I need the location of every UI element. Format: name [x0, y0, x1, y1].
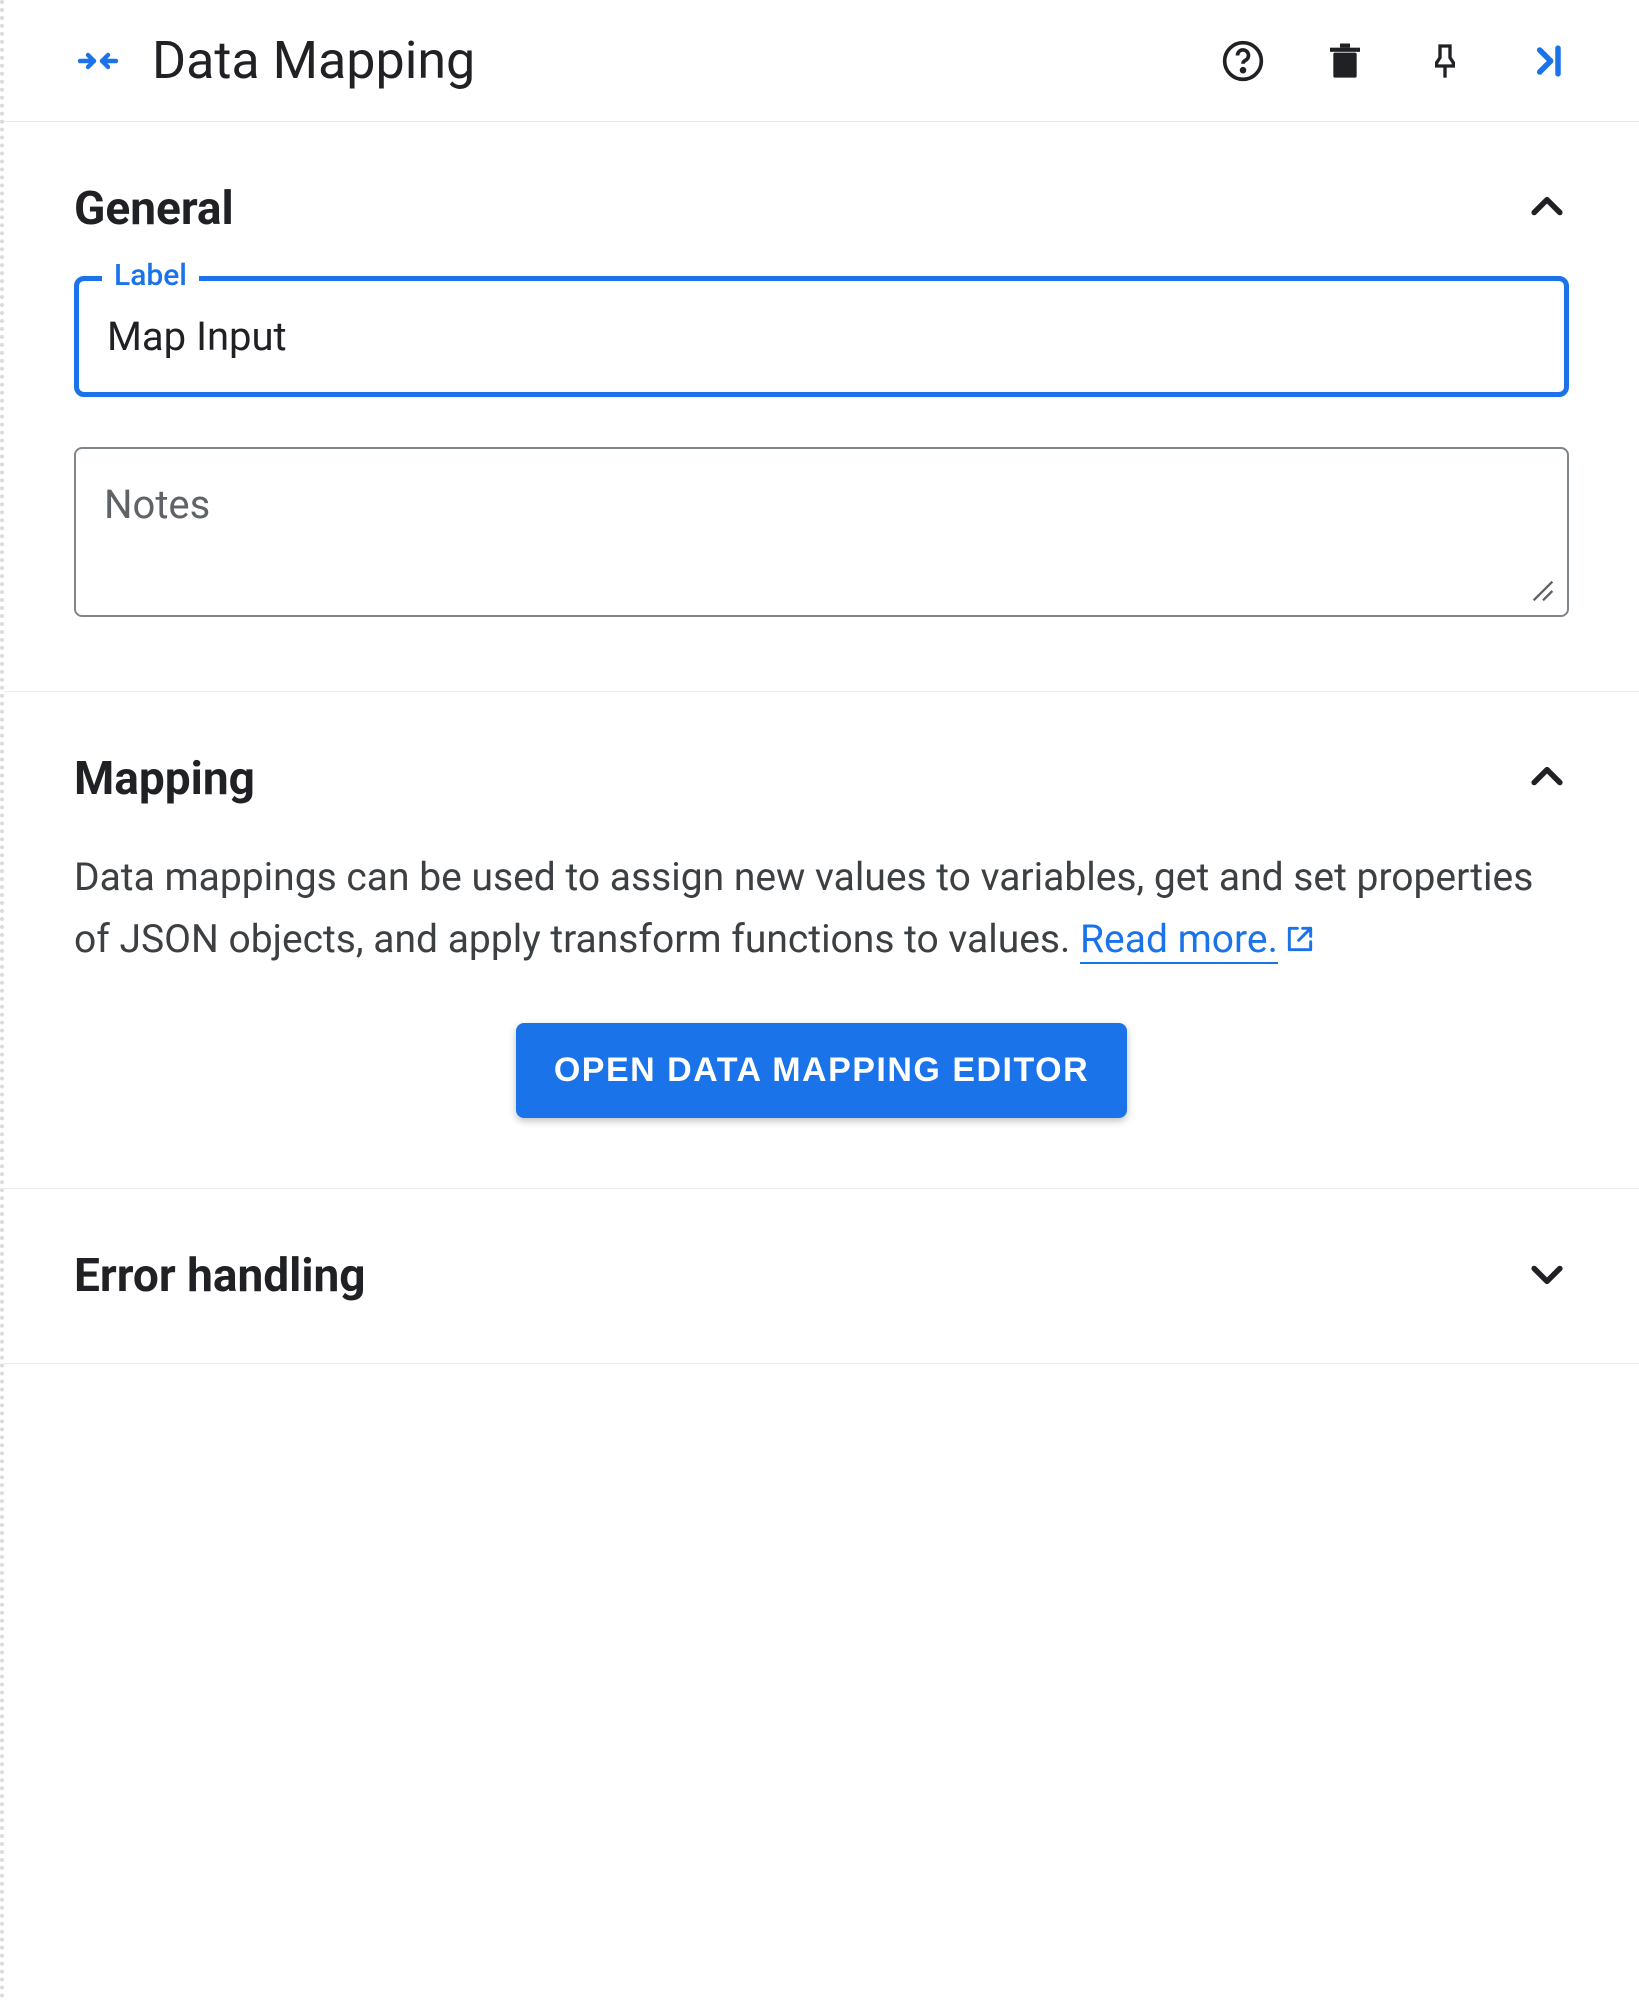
help-button[interactable] — [1221, 39, 1265, 83]
header-actions — [1221, 37, 1569, 85]
general-section-title: General — [74, 182, 234, 236]
notes-field-wrapper — [74, 447, 1569, 621]
panel-header: Data Mapping — [4, 0, 1639, 122]
open-data-mapping-editor-button[interactable]: OPEN DATA MAPPING EDITOR — [516, 1023, 1127, 1118]
error-handling-section-title: Error handling — [74, 1249, 366, 1303]
mapping-description: Data mappings can be used to assign new … — [74, 846, 1569, 973]
chevron-up-icon — [1525, 755, 1569, 803]
mapping-section-title: Mapping — [74, 752, 255, 806]
pin-button[interactable] — [1425, 37, 1465, 85]
error-handling-section: Error handling — [4, 1189, 1639, 1364]
notes-textarea[interactable] — [74, 447, 1569, 617]
label-field-label: Label — [102, 258, 199, 293]
general-section-header[interactable]: General — [74, 172, 1569, 276]
mapping-section-header[interactable]: Mapping — [74, 742, 1569, 846]
panel-title: Data Mapping — [152, 30, 1191, 91]
general-section: General Label — [4, 122, 1639, 692]
data-mapping-icon — [74, 37, 122, 85]
chevron-up-icon — [1525, 185, 1569, 233]
mapping-section: Mapping Data mappings can be used to ass… — [4, 692, 1639, 1189]
properties-panel: Data Mapping — [0, 0, 1639, 2000]
external-link-icon — [1284, 919, 1316, 965]
chevron-down-icon — [1525, 1252, 1569, 1300]
collapse-panel-button[interactable] — [1525, 39, 1569, 83]
read-more-link[interactable]: Read more. — [1080, 916, 1278, 964]
error-handling-section-header[interactable]: Error handling — [74, 1239, 1569, 1313]
label-field-wrapper: Label — [74, 276, 1569, 397]
mapping-button-row: OPEN DATA MAPPING EDITOR — [74, 1023, 1569, 1118]
delete-button[interactable] — [1325, 39, 1365, 83]
label-input[interactable] — [74, 276, 1569, 397]
